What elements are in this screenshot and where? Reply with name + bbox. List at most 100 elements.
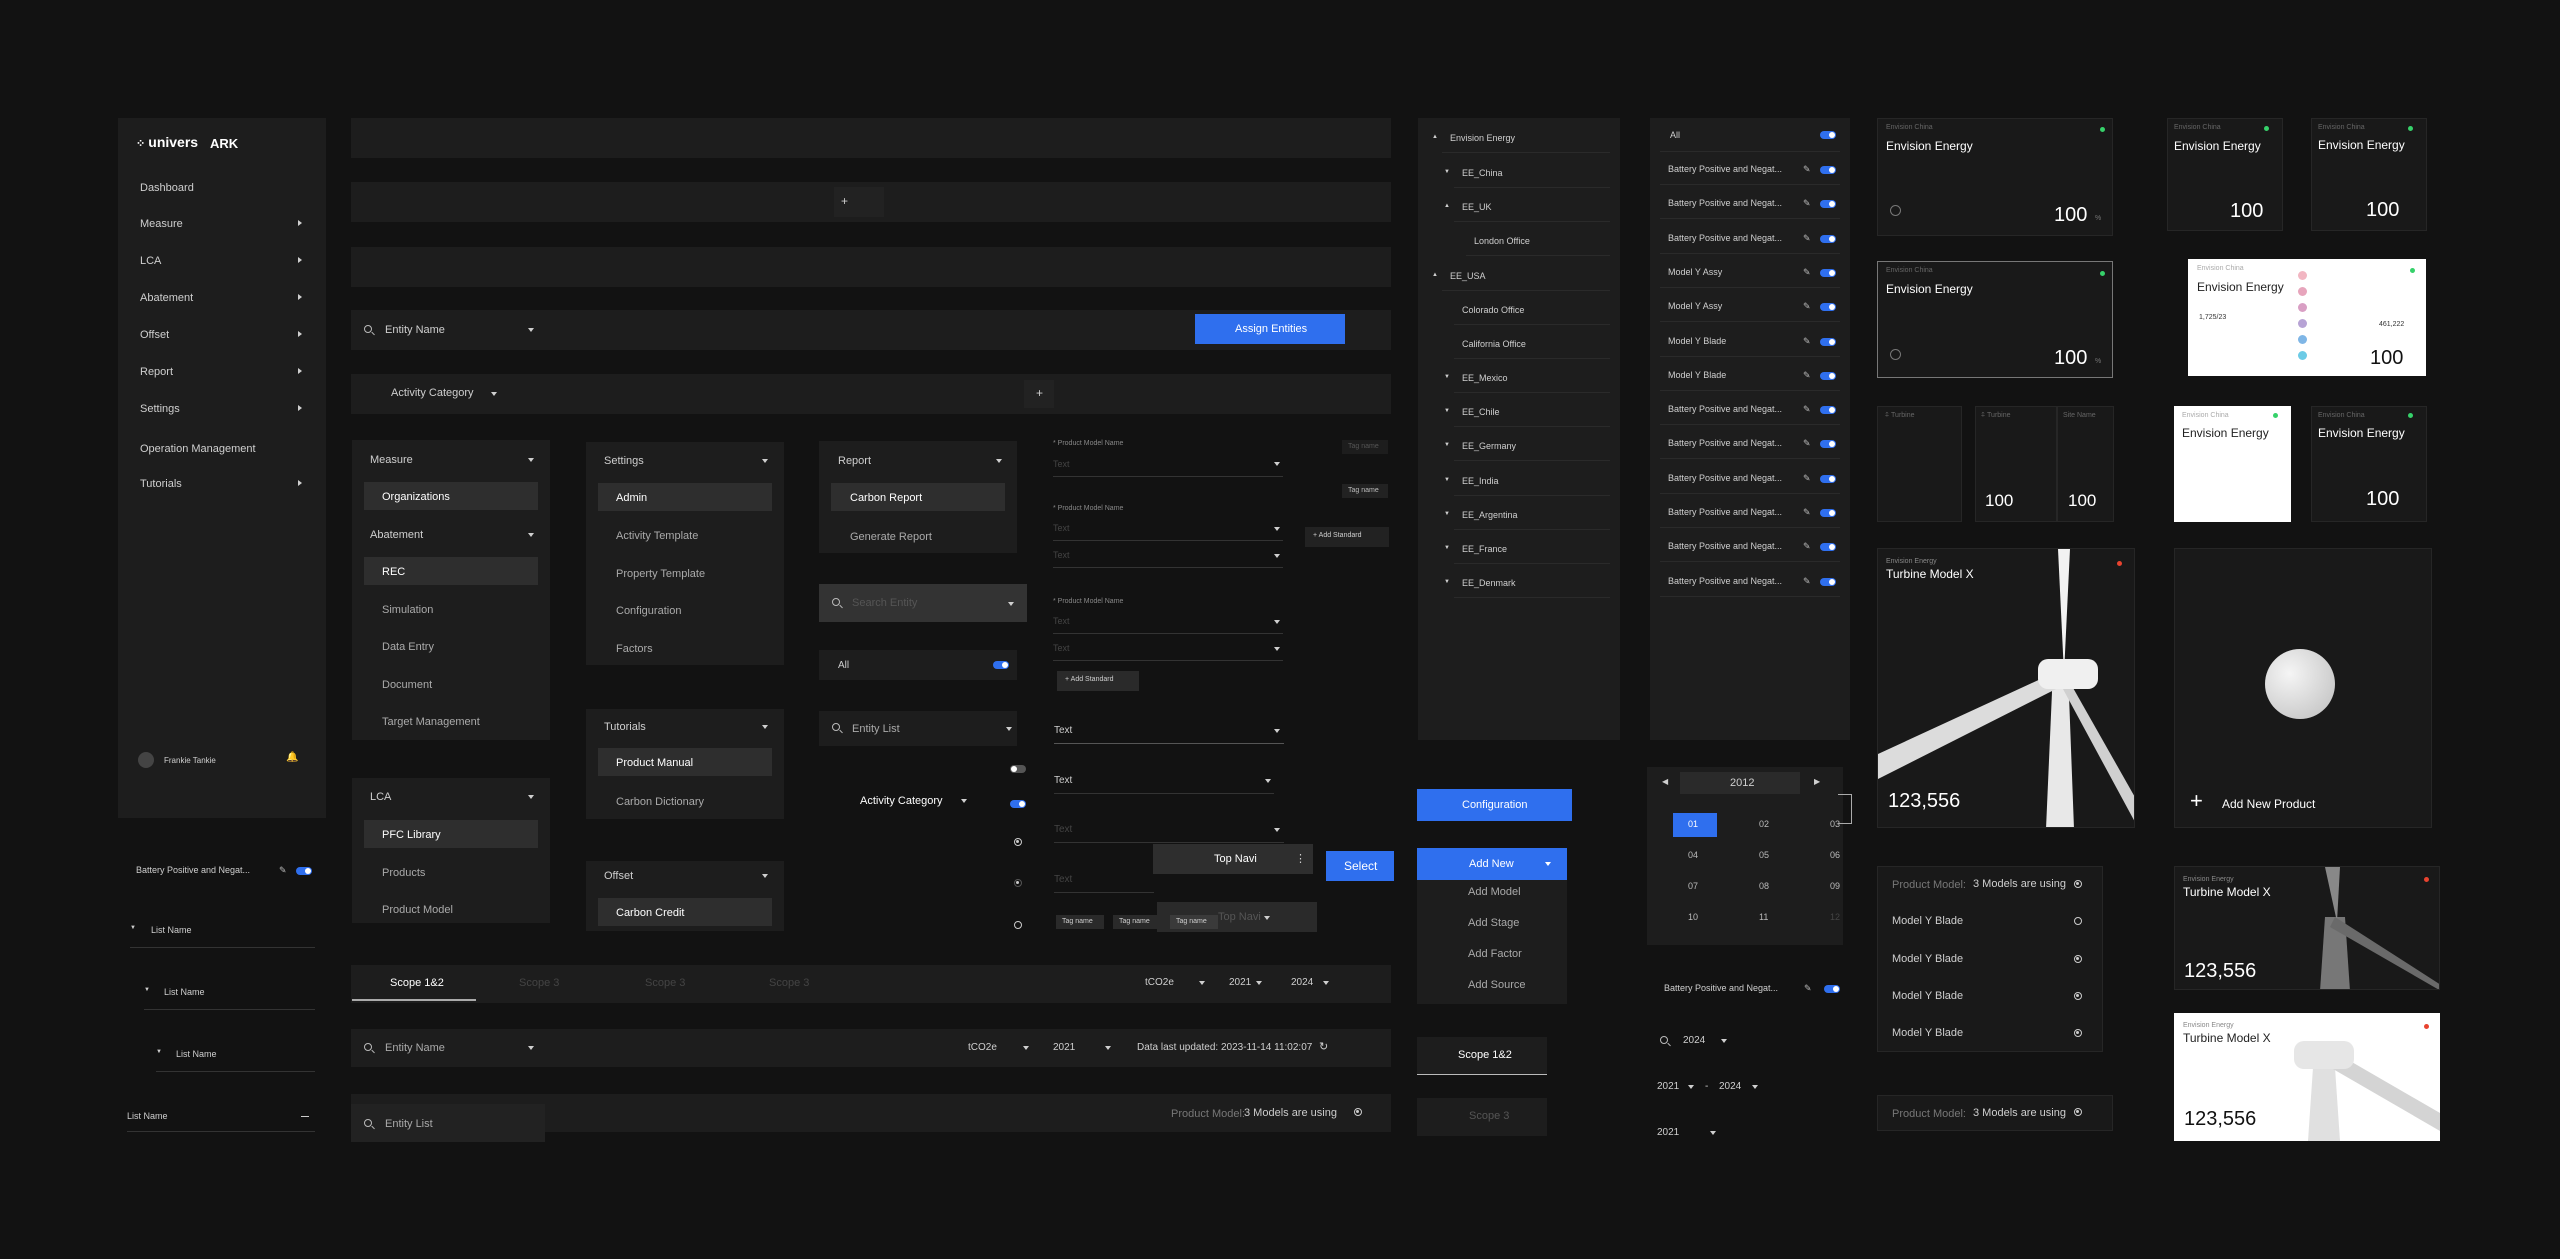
edit-icon[interactable]: ✎ — [1803, 267, 1811, 276]
chevron-down-icon[interactable]: ▼ — [1444, 545, 1450, 551]
row-toggle[interactable] — [1820, 268, 1836, 277]
year-select[interactable]: 2021 — [1053, 1042, 1075, 1053]
tree-node[interactable]: EE_Chile — [1462, 407, 1500, 417]
edit-icon[interactable]: ✎ — [1803, 473, 1811, 482]
chevron-down-icon[interactable]: ▼ — [1444, 511, 1450, 517]
range-end[interactable]: 2024 — [1719, 1081, 1741, 1092]
bell-icon[interactable]: 🔔 — [286, 752, 298, 763]
month-cell[interactable]: 07 — [1688, 881, 1698, 891]
edit-icon[interactable]: ✎ — [1803, 542, 1811, 551]
edit-icon[interactable]: ✎ — [1803, 576, 1811, 585]
sidebar-item-report[interactable]: Report — [140, 366, 173, 378]
radio-selected[interactable] — [2074, 1029, 2082, 1037]
tab-scope-1-2[interactable]: Scope 1&2 — [390, 977, 444, 989]
month-cell[interactable]: 09 — [1830, 881, 1840, 891]
toggle-on[interactable] — [1010, 800, 1026, 808]
model-option[interactable]: Model Y Blade — [1892, 953, 1963, 965]
sidebar-item-tutorials[interactable]: Tutorials — [140, 478, 182, 490]
list-item[interactable]: List Name — [127, 1111, 168, 1121]
row-toggle[interactable] — [1820, 543, 1836, 552]
chevron-down-icon[interactable]: ▼ — [1444, 408, 1450, 414]
menu-item-add-source[interactable]: Add Source — [1468, 979, 1525, 991]
row-toggle[interactable] — [1820, 509, 1836, 517]
chevron-up-icon[interactable]: ▲ — [1432, 134, 1438, 140]
menu-item[interactable]: Product Manual — [616, 757, 693, 769]
range-start[interactable]: 2021 — [1657, 1081, 1679, 1092]
radio[interactable] — [1014, 921, 1022, 929]
sidebar-item-offset[interactable]: Offset — [140, 329, 169, 341]
list-item[interactable]: List Name — [164, 987, 205, 997]
chevron-down-icon[interactable]: ▼ — [130, 925, 136, 931]
text-select[interactable]: Text — [1054, 775, 1072, 786]
turbine-hero-card[interactable] — [1877, 548, 2135, 828]
refresh-icon[interactable]: ↻ — [1319, 1040, 1328, 1053]
menu-item-add-stage[interactable]: Add Stage — [1468, 917, 1519, 929]
menu-item[interactable]: Activity Template — [616, 530, 698, 542]
menu-item[interactable]: Data Entry — [382, 641, 434, 653]
tree-node[interactable]: Envision Energy — [1450, 133, 1515, 143]
month-cell[interactable]: 02 — [1759, 819, 1769, 829]
row-toggle[interactable] — [1820, 577, 1836, 586]
menu-item[interactable]: Generate Report — [850, 531, 932, 543]
tab-scope-3[interactable]: Scope 3 — [645, 977, 685, 989]
more-icon[interactable]: ⋮ — [1295, 852, 1306, 865]
tab-scope-3[interactable]: Scope 3 — [769, 977, 809, 989]
radio-selected[interactable] — [1354, 1108, 1362, 1116]
chevron-up-icon[interactable]: ▲ — [1432, 272, 1438, 278]
menu-item[interactable]: Target Management — [382, 716, 480, 728]
menu-item[interactable]: Configuration — [616, 605, 681, 617]
sidebar-item-dashboard[interactable]: Dashboard — [140, 182, 194, 194]
menu-item[interactable]: Carbon Credit — [616, 907, 684, 919]
radio-selected[interactable] — [2074, 1108, 2082, 1116]
month-cell[interactable]: 06 — [1830, 850, 1840, 860]
year-select[interactable]: 2024 — [1683, 1035, 1705, 1046]
row-toggle[interactable] — [1820, 474, 1836, 483]
toggle[interactable] — [296, 867, 312, 875]
avatar[interactable] — [138, 752, 154, 768]
month-cell[interactable]: 05 — [1759, 850, 1769, 860]
menu-title[interactable]: Tutorials — [604, 721, 646, 733]
row-toggle[interactable] — [1820, 440, 1836, 449]
chevron-down-icon[interactable]: ▼ — [1444, 374, 1450, 380]
month-cell[interactable]: 12 — [1830, 912, 1840, 922]
chevron-down-icon[interactable]: ▼ — [1444, 442, 1450, 448]
model-option[interactable]: Model Y Blade — [1892, 915, 1963, 927]
radio-selected[interactable] — [2074, 880, 2082, 888]
radio[interactable] — [2074, 917, 2082, 925]
tree-node[interactable]: Colorado Office — [1462, 305, 1524, 315]
edit-icon[interactable]: ✎ — [279, 866, 287, 875]
kpi-card-small[interactable] — [2167, 118, 2283, 231]
activity-category-select[interactable]: Activity Category — [860, 795, 943, 807]
year-select[interactable]: 2021 — [1229, 977, 1251, 988]
edit-icon[interactable]: ✎ — [1803, 370, 1811, 379]
chevron-down-icon[interactable]: ▼ — [1444, 579, 1450, 585]
year-select[interactable]: 2024 — [1291, 977, 1313, 988]
radio-selected[interactable] — [2074, 992, 2082, 1000]
chevron-down-icon[interactable]: ▼ — [1444, 477, 1450, 483]
tree-node[interactable]: EE_UK — [1462, 202, 1492, 212]
row-toggle[interactable] — [1820, 234, 1836, 243]
sidebar-item-settings[interactable]: Settings — [140, 403, 180, 415]
entity-list-select[interactable] — [819, 711, 1017, 746]
text-input[interactable]: Text — [1053, 616, 1070, 626]
menu-item[interactable]: Document — [382, 679, 432, 691]
text-select[interactable]: Text — [1054, 824, 1072, 835]
chevron-down-icon[interactable]: ▼ — [144, 987, 150, 993]
tree-node[interactable]: EE_Germany — [1462, 441, 1516, 451]
row-toggle[interactable] — [1820, 337, 1836, 346]
all-toggle[interactable] — [1820, 131, 1836, 139]
menu-title[interactable]: Measure — [370, 454, 413, 466]
edit-icon[interactable]: ✎ — [1803, 199, 1811, 208]
menu-title[interactable]: Report — [838, 455, 871, 467]
unit-select[interactable]: tCO2e — [968, 1042, 997, 1053]
edit-icon[interactable]: ✎ — [1803, 439, 1811, 448]
all-toggle[interactable] — [993, 661, 1009, 669]
sidebar-item-abatement[interactable]: Abatement — [140, 292, 193, 304]
menu-item[interactable]: REC — [382, 566, 405, 578]
edit-icon[interactable]: ✎ — [1803, 405, 1811, 414]
tree-node[interactable]: EE_China — [1462, 168, 1503, 178]
menu-item-add-factor[interactable]: Add Factor — [1468, 948, 1522, 960]
radio-selected[interactable] — [2074, 955, 2082, 963]
radio-disabled[interactable] — [1014, 879, 1022, 887]
menu-item[interactable]: Admin — [616, 492, 647, 504]
